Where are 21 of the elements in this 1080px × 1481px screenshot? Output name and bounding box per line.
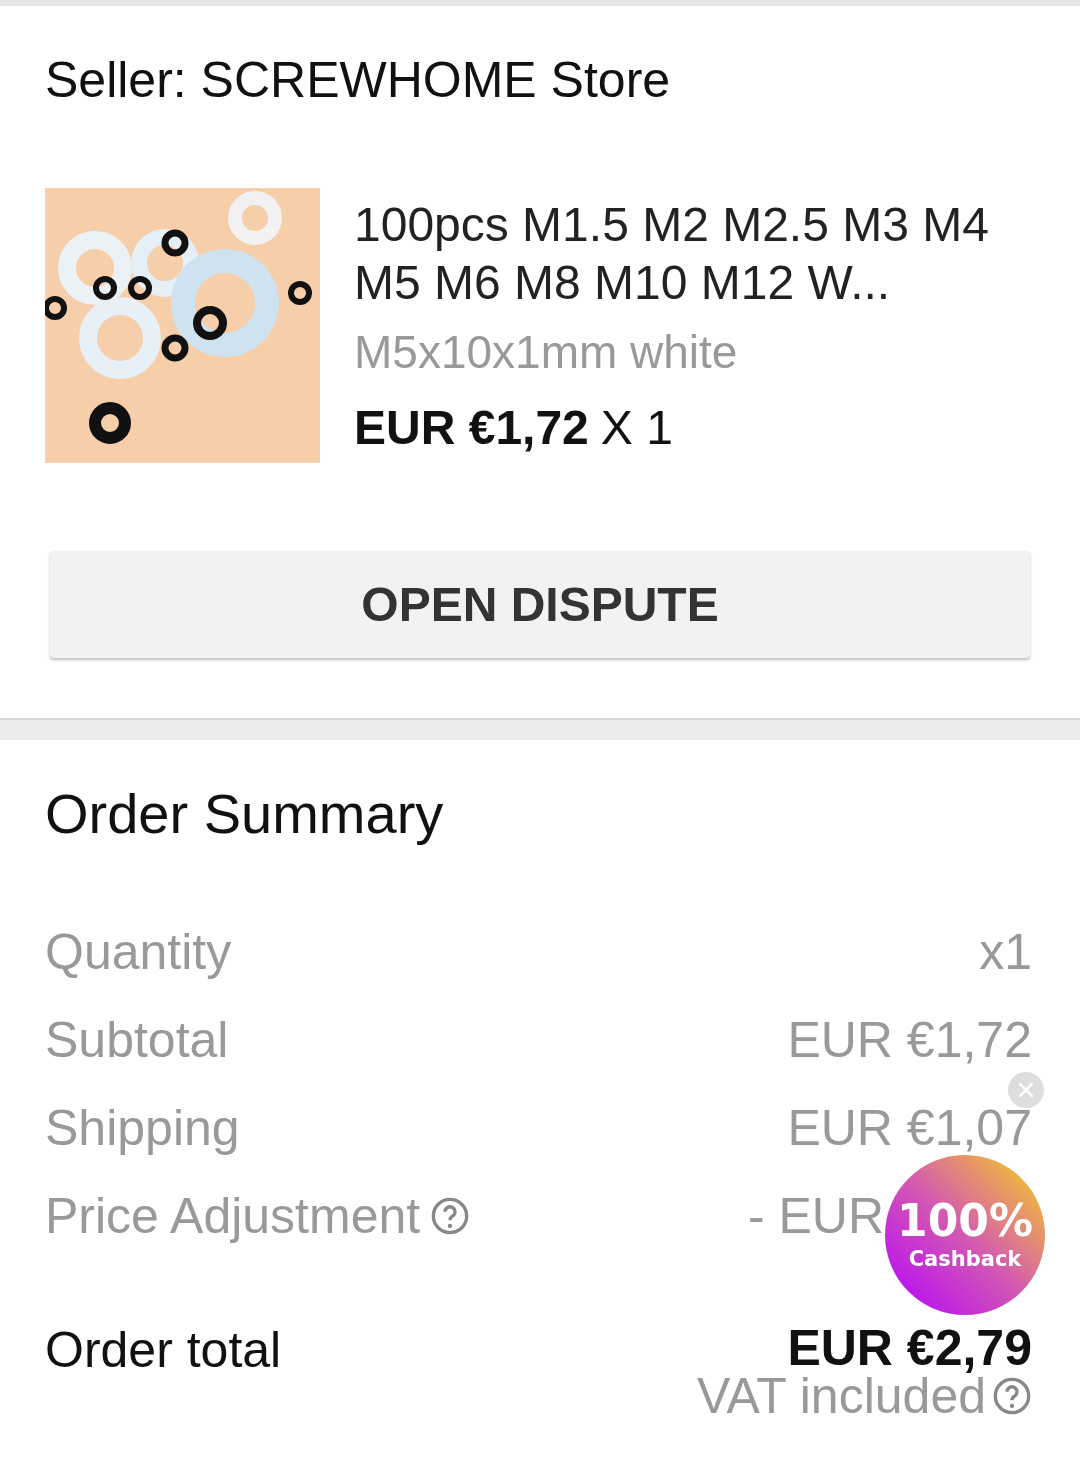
help-icon[interactable]: [992, 1376, 1032, 1416]
section-title: Order Summary: [45, 781, 445, 844]
seller-name: Seller: SCREWHOME Store: [45, 51, 672, 110]
order-total-label: Order total: [45, 1321, 282, 1380]
product-quantity: X 1: [600, 400, 673, 456]
cashback-badge[interactable]: 100% Cashback: [885, 1155, 1045, 1315]
open-dispute-button[interactable]: OPEN DISPUTE: [50, 551, 1030, 658]
product-title[interactable]: 100pcs M1.5 M2 M2.5 M3 M4 M5 M6 M8 M10 M12 W...: [354, 196, 1014, 312]
product-price: EUR €1,72: [354, 400, 589, 456]
summary-value: - EUR: [747, 1190, 884, 1242]
product-variant: M5x10x1mm white: [354, 325, 739, 380]
help-icon[interactable]: [430, 1196, 471, 1236]
summary-value: EUR €1,72: [787, 1014, 1032, 1066]
summary-value: EUR €1,07: [787, 1102, 1032, 1154]
summary-label: Subtotal: [45, 1014, 229, 1066]
order-total-value: EUR €2,79: [787, 1320, 1032, 1376]
summary-value: x1: [979, 926, 1032, 978]
summary-label: Price Adjustment: [45, 1190, 421, 1242]
summary-label: Quantity: [45, 926, 232, 978]
summary-label: Shipping: [45, 1102, 240, 1154]
vat-note: VAT included: [696, 1376, 986, 1416]
